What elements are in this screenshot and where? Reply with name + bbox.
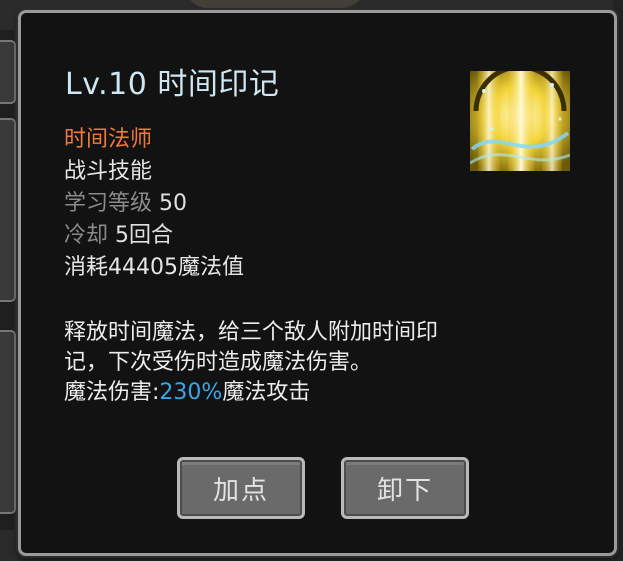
cooldown-row: 冷却 5回合: [64, 220, 244, 252]
background-tab: [0, 330, 16, 514]
learn-level-value: 50: [159, 191, 188, 216]
mana-cost: 消耗44405魔法值: [64, 255, 244, 280]
skill-tooltip-panel: Lv.10 时间印记 时间法师 战斗技能 学习等级 50 冷却 5回合 消耗44…: [18, 10, 617, 556]
learn-level-row: 学习等级 50: [64, 188, 244, 220]
description-line: 释放时间魔法，给三个敌人附加时间印: [64, 320, 439, 345]
skill-description: 释放时间魔法，给三个敌人附加时间印 记，下次受伤时造成魔法伤害。 魔法伤害:23…: [64, 318, 564, 408]
description-line: 记，下次受伤时造成魔法伤害。: [64, 350, 373, 375]
skill-type: 战斗技能: [64, 159, 153, 184]
magic-damage-percent: 230%: [159, 380, 223, 405]
magic-damage-suffix: 魔法攻击: [222, 380, 311, 405]
background-tab: [0, 118, 16, 302]
skill-info: 时间法师 战斗技能 学习等级 50 冷却 5回合 消耗44405魔法值: [64, 124, 244, 284]
skill-title: Lv.10 时间印记: [65, 67, 280, 102]
skill-class-name: 时间法师: [64, 127, 153, 152]
unequip-button[interactable]: 卸下: [341, 457, 469, 519]
learn-level-label: 学习等级: [64, 191, 153, 216]
cooldown-label: 冷却: [64, 223, 109, 248]
cooldown-value: 5回合: [115, 223, 174, 248]
magic-damage-line: 魔法伤害:230%魔法攻击: [64, 378, 564, 408]
background-tab: [0, 40, 16, 104]
add-point-button[interactable]: 加点: [177, 457, 305, 519]
time-mark-skill-icon: [470, 71, 570, 171]
magic-damage-label: 魔法伤害:: [64, 380, 160, 405]
